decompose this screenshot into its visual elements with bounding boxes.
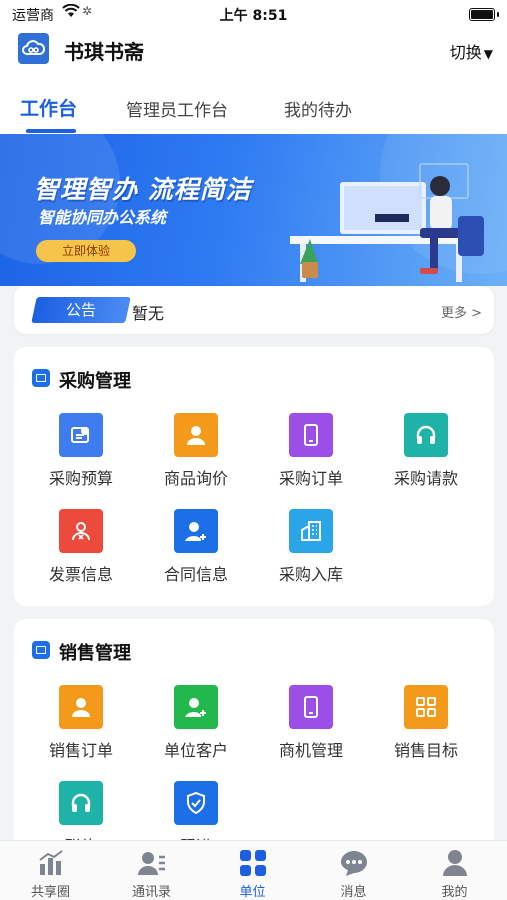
grid-item-purchase-budget[interactable]: 采购预算 (24, 413, 138, 497)
tab-label: 共享圈 (30, 885, 70, 900)
promo-banner[interactable]: 智理智办 流程简洁 智能协同办公系统 立即体验 (0, 134, 507, 286)
announcement-tag: 公告 (65, 301, 96, 319)
contacts-icon (138, 852, 165, 875)
grid-item-price-inquiry[interactable]: 商品询价 (139, 413, 253, 497)
clock: 上午 8:51 (219, 8, 288, 24)
grid-item-opportunity-management[interactable]: 商机管理 (254, 685, 368, 769)
tab-workbench[interactable]: 工作台 (20, 94, 77, 121)
grid-item-label: 采购订单 (278, 469, 343, 488)
tab-admin-workbench[interactable]: 管理员工作台 (126, 96, 228, 121)
person-icon (174, 413, 218, 457)
grid-item-label: 采购请款 (393, 469, 458, 488)
purchase-section-icon (32, 369, 50, 387)
sales-management-card: 销售管理 销售订单 单位客户 商机管理 销售目标 联络 跟进 (14, 619, 494, 859)
budget-icon (59, 413, 103, 457)
shield-icon (174, 781, 218, 825)
grid-item-label: 销售订单 (48, 741, 113, 760)
grid-item-label: 合同信息 (163, 565, 228, 584)
grid-item-label: 采购入库 (278, 565, 343, 584)
section-title: 销售管理 (59, 643, 131, 664)
tab-label: 我的 (441, 885, 468, 900)
switch-label: 切换 (449, 43, 482, 62)
caret-down-icon: ▼ (483, 47, 493, 61)
battery-icon (469, 8, 499, 21)
more-link[interactable]: 更多 > (441, 302, 482, 321)
tab-my-todo[interactable]: 我的待办 (284, 96, 352, 121)
announcement-bar[interactable]: 公告 暂无 更多 > (14, 286, 494, 334)
headset-icon (404, 413, 448, 457)
banner-headline: 智理智办 流程简洁 (34, 175, 252, 204)
switch-button[interactable]: 切换 ▼ (450, 39, 493, 63)
grid-item-purchase-warehousing[interactable]: 采购入库 (254, 509, 368, 593)
chart-icon (39, 850, 63, 875)
office-illustration-icon (290, 163, 484, 282)
tab-label: 单位 (239, 885, 266, 900)
active-tab-indicator (26, 129, 76, 133)
tab-share-circle[interactable]: 共享圈 (0, 841, 101, 900)
apps-icon (240, 850, 266, 876)
add-person-icon (174, 685, 218, 729)
banner-cta-button[interactable]: 立即体验 (36, 240, 136, 262)
tab-mine[interactable]: 我的 (404, 841, 505, 900)
grid-item-label: 采购预算 (48, 469, 113, 488)
building-icon (289, 509, 333, 553)
tab-messages[interactable]: 消息 (303, 841, 404, 900)
status-bar: 运营商 ✲ 上午 8:51 (0, 0, 507, 28)
grid-item-label: 销售目标 (393, 741, 458, 760)
tab-label: 通讯录 (131, 885, 171, 900)
grid-item-label: 商机管理 (278, 741, 343, 760)
banner-subline: 智能协同办公系统 (38, 208, 167, 227)
grid-item-invoice-info[interactable]: 发票信息 (24, 509, 138, 593)
tab-contacts[interactable]: 通讯录 (101, 841, 202, 900)
phone-icon (289, 413, 333, 457)
user-icon (443, 850, 467, 876)
grid-item-company-customers[interactable]: 单位客户 (139, 685, 253, 769)
grid-item-label: 单位客户 (163, 741, 228, 760)
grid-item-label: 商品询价 (163, 469, 228, 488)
app-title: 书琪书斋 (64, 40, 144, 64)
workspace-tabs: 工作台 管理员工作台 我的待办 (0, 72, 507, 134)
person-icon (59, 685, 103, 729)
sales-section-icon (32, 641, 50, 659)
tab-label: 消息 (340, 885, 367, 900)
app-header: 书琪书斋 切换 ▼ (0, 28, 507, 72)
app-logo (18, 33, 49, 64)
headset-icon (59, 781, 103, 825)
invoice-person-icon (59, 509, 103, 553)
grid-item-sales-order[interactable]: 销售订单 (24, 685, 138, 769)
phone-icon (289, 685, 333, 729)
grid-item-sales-target[interactable]: 销售目标 (369, 685, 483, 769)
bottom-tab-bar: 共享圈 通讯录 单位 消息 我的 (0, 840, 507, 900)
grid-item-payment-request[interactable]: 采购请款 (369, 413, 483, 497)
section-title: 采购管理 (59, 371, 131, 392)
grid-icon (404, 685, 448, 729)
add-person-icon (174, 509, 218, 553)
chat-icon (341, 851, 367, 876)
announcement-text: 暂无 (132, 304, 165, 323)
grid-item-contract-info[interactable]: 合同信息 (139, 509, 253, 593)
purchase-management-card: 采购管理 采购预算 商品询价 采购订单 采购请款 发票信息 合同信息 采购入库 (14, 347, 494, 606)
grid-item-label: 发票信息 (48, 565, 113, 584)
tab-unit[interactable]: 单位 (202, 841, 303, 900)
grid-item-purchase-order[interactable]: 采购订单 (254, 413, 368, 497)
